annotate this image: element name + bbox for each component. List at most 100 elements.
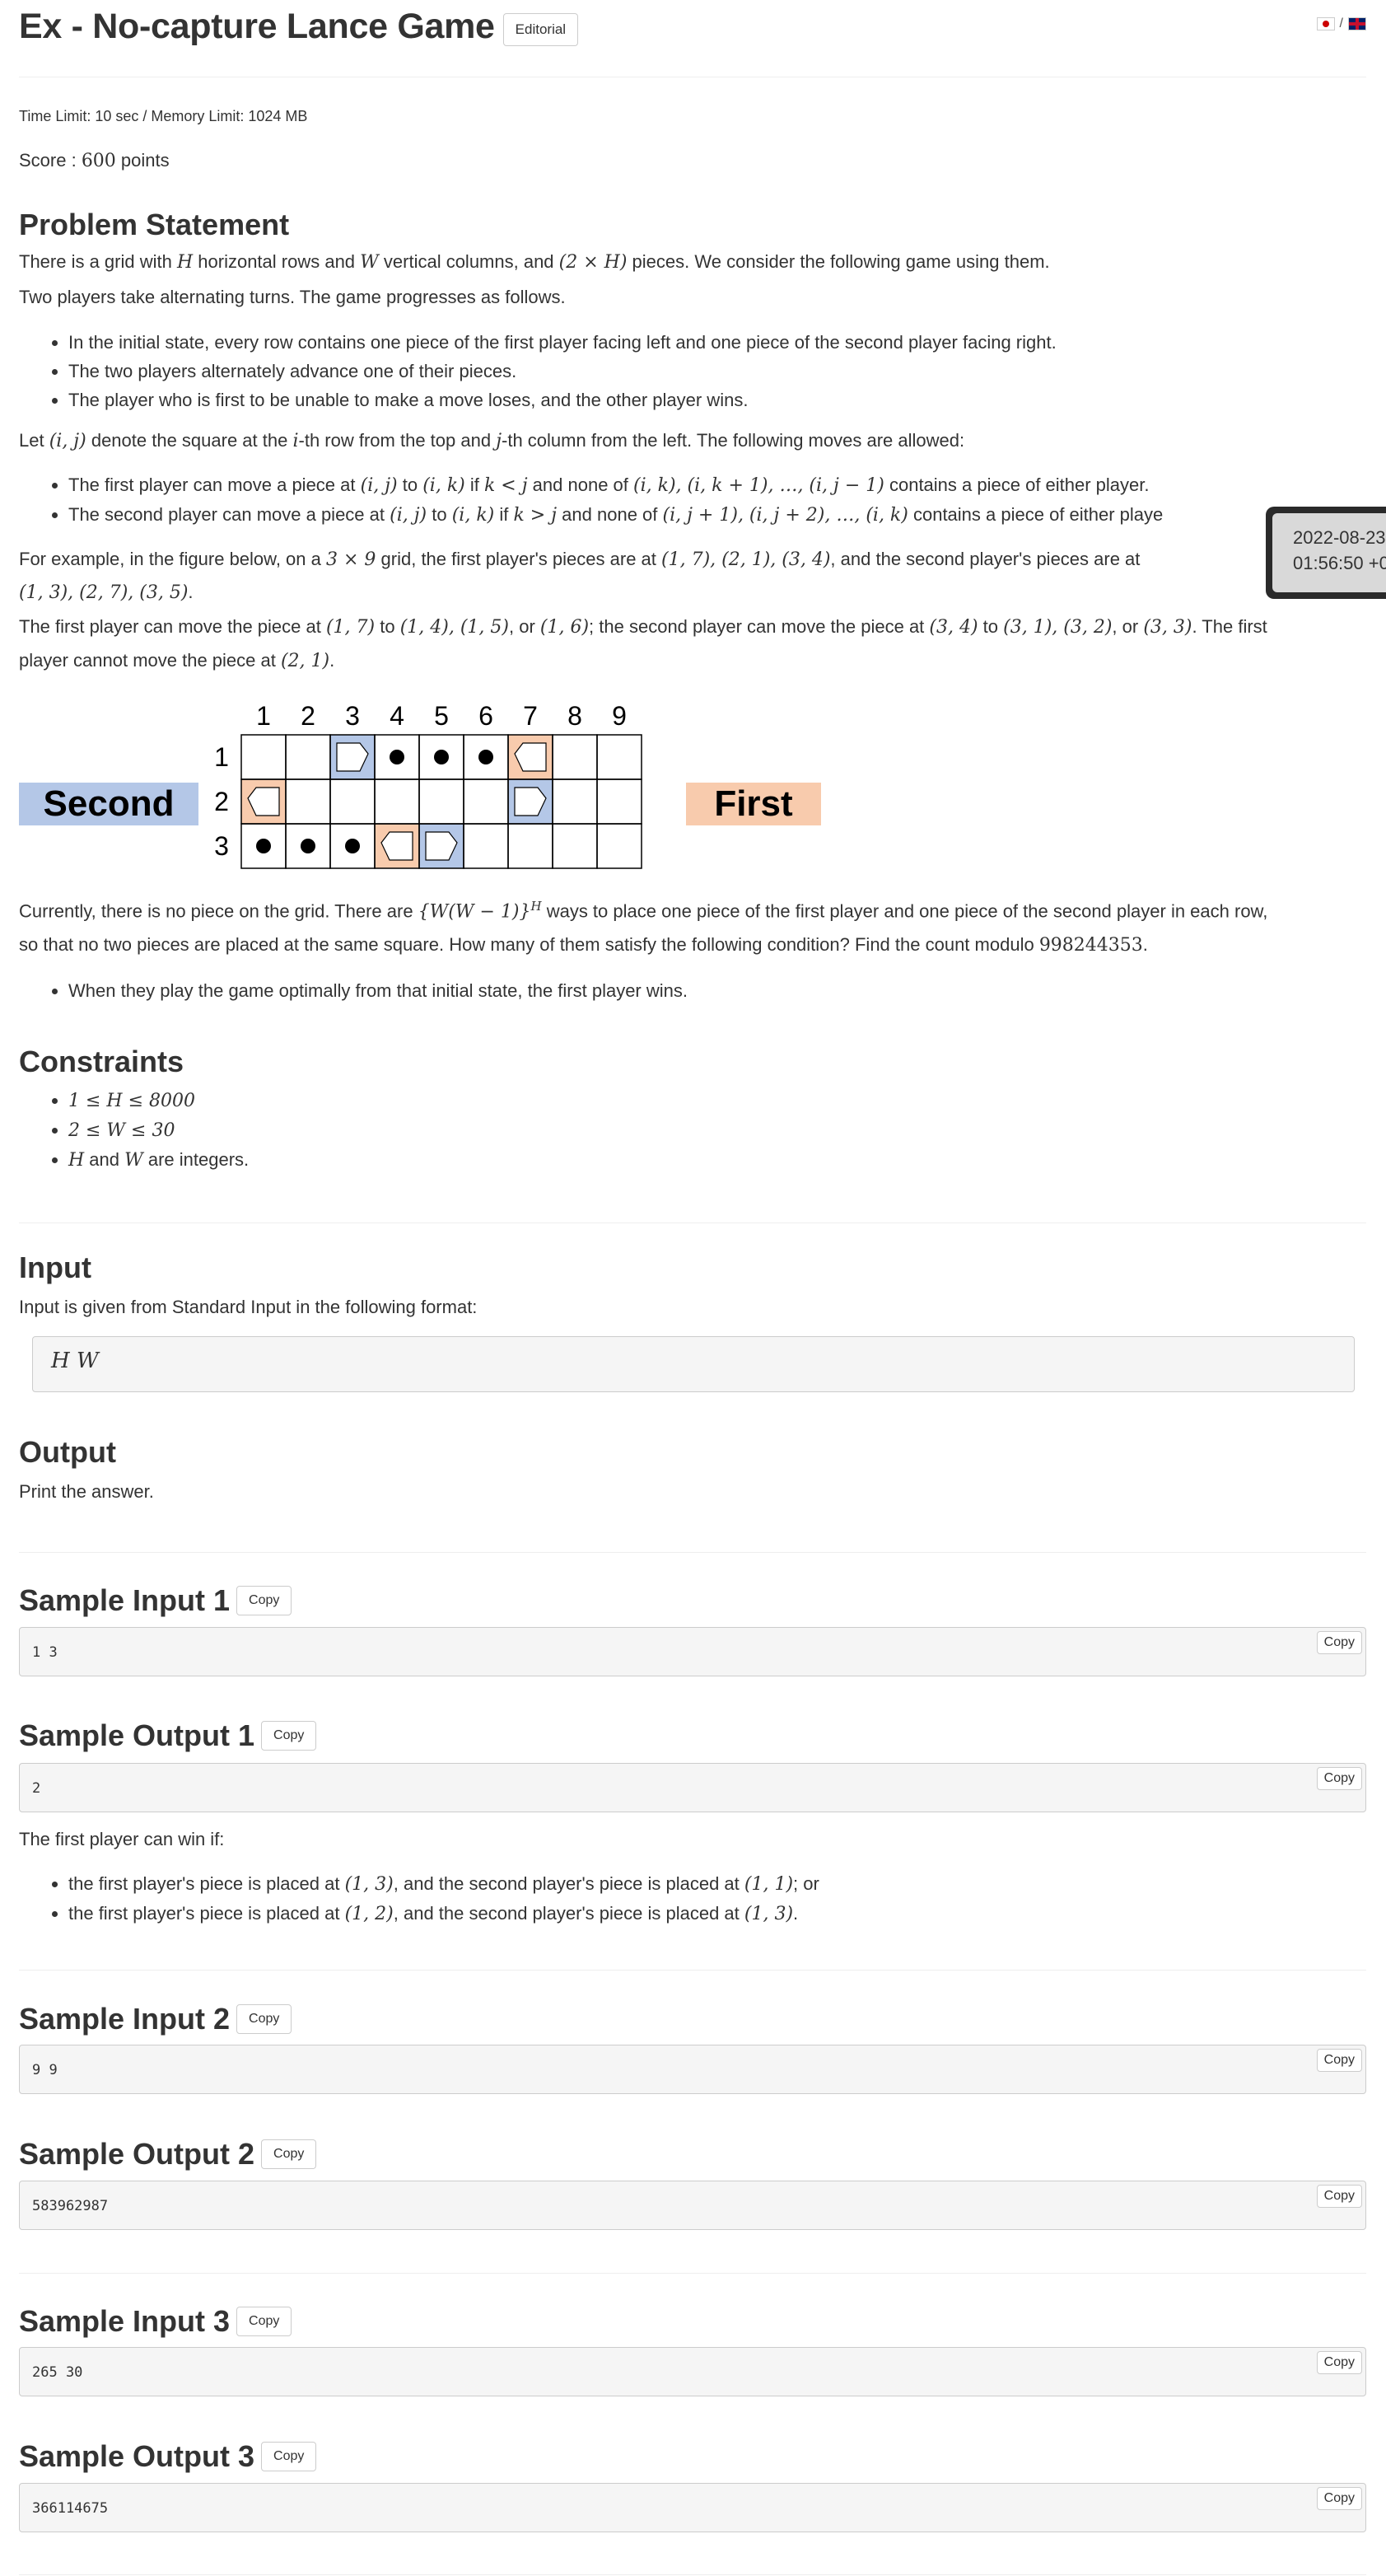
movable-square-dot-icon [390,750,404,764]
output-heading: Output [19,1435,116,1469]
grid-cell [418,778,464,825]
sample-output-3: 366114675 Copy [19,2483,1366,2532]
list-item: The first player can move a piece at (i,… [68,470,1163,500]
grid-cell [552,734,598,780]
statement-paragraph: player cannot move the piece at (2, 1). [19,650,335,671]
copy-button[interactable]: Copy [1316,1631,1362,1654]
divider [19,2273,1366,2274]
sample-input-3-heading: Sample Input 3 Copy [19,2304,292,2339]
column-label: 7 [523,701,538,731]
row-label: 1 [214,742,229,772]
problem-statement-heading: Problem Statement [19,208,290,241]
sample-input-2-heading: Sample Input 2 Copy [19,2002,292,2036]
clock-date: 2022-08-23 [1293,527,1386,548]
title-row: Ex - No-capture Lance Game Editorial [19,7,579,47]
language-separator: / [1339,16,1343,30]
row-label: 3 [214,831,229,861]
grid-cell [285,778,331,825]
copy-button[interactable]: Copy [1316,2487,1362,2510]
moves-list: The first player can move a piece at (i,… [19,470,1163,530]
sample-output-2: 583962987 Copy [19,2181,1366,2230]
list-item: The two players alternately advance one … [68,357,1057,386]
explanation-list: the first player's piece is placed at (1… [19,1869,819,1928]
first-label: First [714,783,793,824]
grid-cell [552,823,598,869]
movable-square-dot-icon [478,750,493,764]
clock-widget: 2022-08-23 01:56:50 +0 [1266,507,1386,599]
editorial-button[interactable]: Editorial [502,12,579,46]
input-description: Input is given from Standard Input in th… [19,1297,478,1317]
statement-paragraph: Let (i, j) denote the square at the i-th… [19,430,965,451]
column-label: 4 [390,701,404,731]
sample-input-3: 265 30 Copy [19,2347,1366,2396]
grid-cell [374,778,420,825]
column-label: 6 [478,701,493,731]
page-title: Ex - No-capture Lance Game [19,7,495,46]
sample-input-1-heading: Sample Input 1 Copy [19,1583,292,1618]
statement-paragraph: The first player can move the piece at (… [19,616,1267,638]
grid-cell [596,734,642,780]
statement-paragraph: Two players take alternating turns. The … [19,287,566,307]
column-label: 9 [612,701,627,731]
divider [19,1970,1366,1971]
list-item: When they play the game optimally from t… [68,976,688,1005]
grid-cell [596,778,642,825]
copy-button[interactable]: Copy [236,1586,292,1615]
statement-paragraph: There is a grid with H horizontal rows a… [19,251,1050,273]
divider [19,2574,1366,2575]
language-switcher: / [1316,16,1366,31]
input-format-box: H W [32,1336,1355,1392]
grid-cell [285,734,331,780]
copy-button[interactable]: Copy [1316,2185,1362,2208]
movable-square-dot-icon [256,839,271,853]
clock-time: 01:56:50 +0 [1293,553,1386,573]
copy-button[interactable]: Copy [1316,2351,1362,2374]
sample-output-1-heading: Sample Output 1 Copy [19,1718,317,1753]
score-value: 600 [81,151,116,171]
statement-paragraph: (1, 3), (2, 7), (3, 5). [19,582,194,603]
output-description: Print the answer. [19,1481,154,1502]
copy-button[interactable]: Copy [261,2442,317,2471]
list-item: the first player's piece is placed at (1… [68,1899,819,1928]
sample-input-1: 1 3 Copy [19,1627,1366,1676]
score-line: Score : 600 points [19,150,170,171]
copy-button[interactable]: Copy [261,1721,317,1751]
constraints-list: 1 ≤ H ≤ 8000 2 ≤ W ≤ 30 H and W are inte… [19,1086,249,1175]
japan-flag-icon[interactable] [1316,17,1335,30]
row-label: 2 [214,787,229,816]
sample-output-1: 2 Copy [19,1763,1366,1812]
movable-square-dot-icon [434,750,449,764]
grid-cell [552,778,598,825]
time-memory-limit: Time Limit: 10 sec / Memory Limit: 1024 … [19,108,308,124]
list-item: H and W are integers. [68,1145,249,1175]
grid-cell [463,778,509,825]
statement-paragraph: For example, in the figure below, on a 3… [19,549,1141,570]
sample-explanation: The first player can win if: [19,1829,225,1849]
grid-cell [240,734,287,780]
sample-output-3-heading: Sample Output 3 Copy [19,2439,317,2474]
column-label: 2 [301,701,315,731]
list-item: 2 ≤ W ≤ 30 [68,1115,249,1145]
uk-flag-icon[interactable] [1348,17,1366,30]
column-label: 3 [345,701,360,731]
grid-cell [596,823,642,869]
list-item: In the initial state, every row contains… [68,328,1057,357]
copy-button[interactable]: Copy [1316,1767,1362,1790]
copy-button[interactable]: Copy [236,2307,292,2336]
second-label: Second [44,783,175,824]
grid-cell [507,823,553,869]
copy-button[interactable]: Copy [261,2139,317,2169]
statement-paragraph: Currently, there is no piece on the grid… [19,899,1268,923]
movable-square-dot-icon [301,839,315,853]
divider [19,1552,1366,1553]
list-item: 1 ≤ H ≤ 8000 [68,1086,249,1115]
copy-button[interactable]: Copy [236,2004,292,2034]
sample-input-2: 9 9 Copy [19,2045,1366,2094]
movable-square-dot-icon [345,839,360,853]
sample-output-2-heading: Sample Output 2 Copy [19,2137,317,2172]
game-board-figure: Second First1 2 3 4 5 6 7 8 9123 [19,701,821,869]
constraints-heading: Constraints [19,1045,184,1078]
column-label: 5 [434,701,449,731]
clock-face: 2022-08-23 01:56:50 +0 [1272,513,1386,592]
copy-button[interactable]: Copy [1316,2049,1362,2072]
